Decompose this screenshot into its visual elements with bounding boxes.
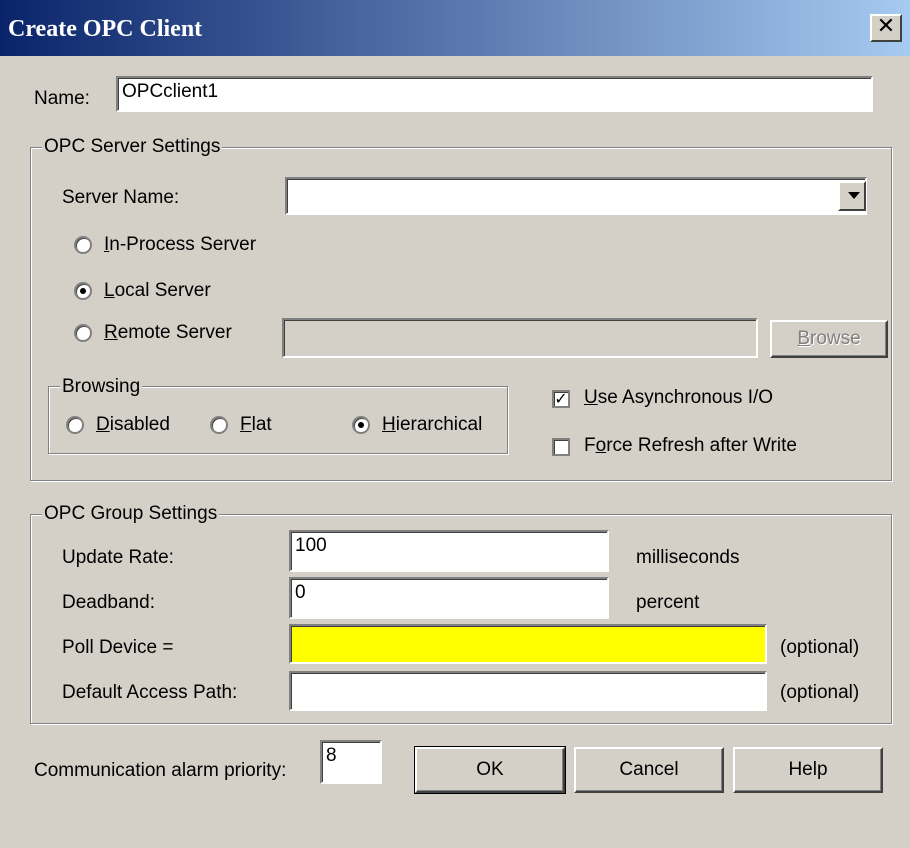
radio-selected-dot <box>80 288 86 294</box>
radio-local-label: Local Server <box>104 280 211 301</box>
update-rate-input[interactable]: 100 <box>289 530 609 572</box>
checkbox-force-refresh[interactable]: Force Refresh after Write <box>552 435 842 461</box>
server-name-label: Server Name: <box>62 187 180 208</box>
poll-device-label: Poll Device = <box>62 637 174 658</box>
radio-hierarchical-circle <box>352 416 370 434</box>
deadband-input[interactable]: 0 <box>289 577 609 619</box>
name-label: Name: <box>34 88 90 109</box>
help-button[interactable]: Help <box>733 747 883 793</box>
radio-disabled-label: Disabled <box>96 414 170 435</box>
radio-browsing-flat[interactable]: Flat <box>210 414 290 440</box>
checkbox-force-refresh-label: Force Refresh after Write <box>584 435 797 456</box>
name-input[interactable]: OPCclient1 <box>116 76 873 112</box>
radio-in-process-circle <box>74 236 92 254</box>
radio-disabled-circle <box>66 416 84 434</box>
radio-flat-circle <box>210 416 228 434</box>
group-settings-legend: OPC Group Settings <box>42 503 220 525</box>
radio-local-server[interactable]: Local Server <box>74 280 274 306</box>
radio-browsing-disabled[interactable]: Disabled <box>66 414 196 440</box>
poll-device-input[interactable] <box>289 624 767 664</box>
checkbox-async-io-label: Use Asynchronous I/O <box>584 387 774 408</box>
poll-device-note: (optional) <box>780 637 860 658</box>
radio-browsing-hierarchical[interactable]: Hierarchical <box>352 414 502 440</box>
radio-selected-dot <box>358 422 364 428</box>
update-rate-label: Update Rate: <box>62 547 174 568</box>
close-button[interactable]: ✕ <box>870 14 902 42</box>
checkbox-empty-box <box>552 438 570 456</box>
access-path-input[interactable] <box>289 671 767 711</box>
alarm-priority-input[interactable]: 8 <box>320 740 382 784</box>
server-name-dropdown-button[interactable] <box>838 181 866 211</box>
update-rate-unit: milliseconds <box>636 547 740 568</box>
radio-remote-server[interactable]: Remote Server <box>74 322 274 348</box>
window-title: Create OPC Client <box>8 16 203 42</box>
browsing-legend: Browsing <box>60 376 143 398</box>
checkbox-async-io[interactable]: ✓ Use Asynchronous I/O <box>552 387 822 413</box>
radio-remote-label: Remote Server <box>104 322 232 343</box>
ok-button[interactable]: OK <box>414 746 566 794</box>
server-settings-legend: OPC Server Settings <box>42 136 223 158</box>
deadband-unit: percent <box>636 592 700 613</box>
radio-hierarchical-label: Hierarchical <box>382 414 483 435</box>
access-path-label: Default Access Path: <box>62 682 238 703</box>
alarm-priority-label: Communication alarm priority: <box>34 760 287 781</box>
cancel-button[interactable]: Cancel <box>574 747 724 793</box>
radio-remote-circle <box>74 324 92 342</box>
radio-flat-label: Flat <box>240 414 272 435</box>
browse-button: Browse <box>770 320 888 358</box>
close-icon: ✕ <box>876 14 896 39</box>
deadband-label: Deadband: <box>62 592 155 613</box>
radio-in-process-server[interactable]: In-Process Server <box>74 234 294 260</box>
radio-local-circle <box>74 282 92 300</box>
access-path-note: (optional) <box>780 682 860 703</box>
chevron-down-icon <box>848 192 860 199</box>
radio-in-process-label: In-Process Server <box>104 234 257 255</box>
remote-server-input <box>282 318 758 358</box>
server-name-combobox[interactable] <box>285 177 867 215</box>
checkmark-icon: ✓ <box>552 390 570 408</box>
